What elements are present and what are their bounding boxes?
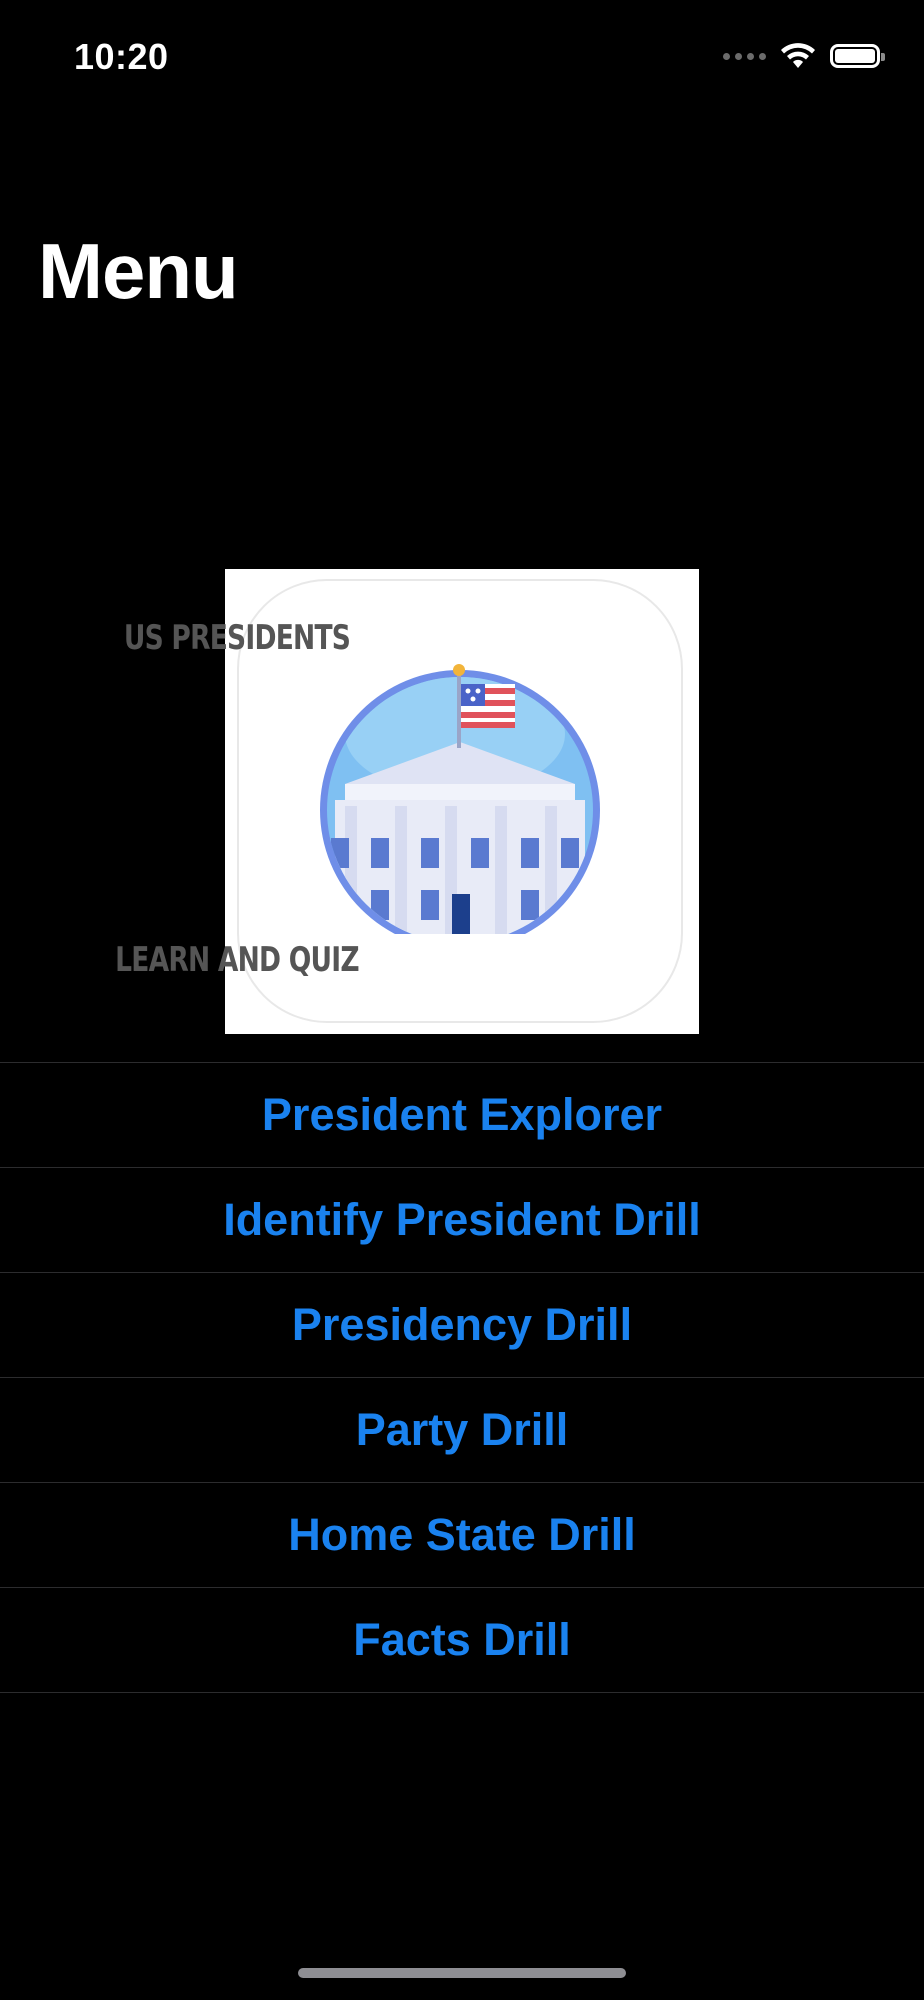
status-time: 10:20 [74,36,169,77]
white-house-flag-icon [320,664,600,934]
home-indicator[interactable] [298,1968,626,1978]
menu-item-home-state-drill[interactable]: Home State Drill [0,1483,924,1588]
menu-item-facts-drill[interactable]: Facts Drill [0,1588,924,1693]
menu-list: President Explorer Identify President Dr… [0,1062,924,1693]
cellular-dots-icon [723,52,766,60]
logo-text-top: US PRESIDENTS [123,618,351,658]
menu-item-identify-president-drill[interactable]: Identify President Drill [0,1168,924,1273]
wifi-icon [781,43,815,68]
menu-item-party-drill[interactable]: Party Drill [0,1378,924,1483]
menu-item-presidency-drill[interactable]: Presidency Drill [0,1273,924,1378]
status-bar: 10:20 [0,0,924,110]
menu-item-president-explorer[interactable]: President Explorer [0,1063,924,1168]
battery-icon [830,44,885,68]
status-icons [723,42,885,70]
page-title: Menu [38,227,239,315]
logo-text-bottom: LEARN AND QUIZ [115,940,359,980]
